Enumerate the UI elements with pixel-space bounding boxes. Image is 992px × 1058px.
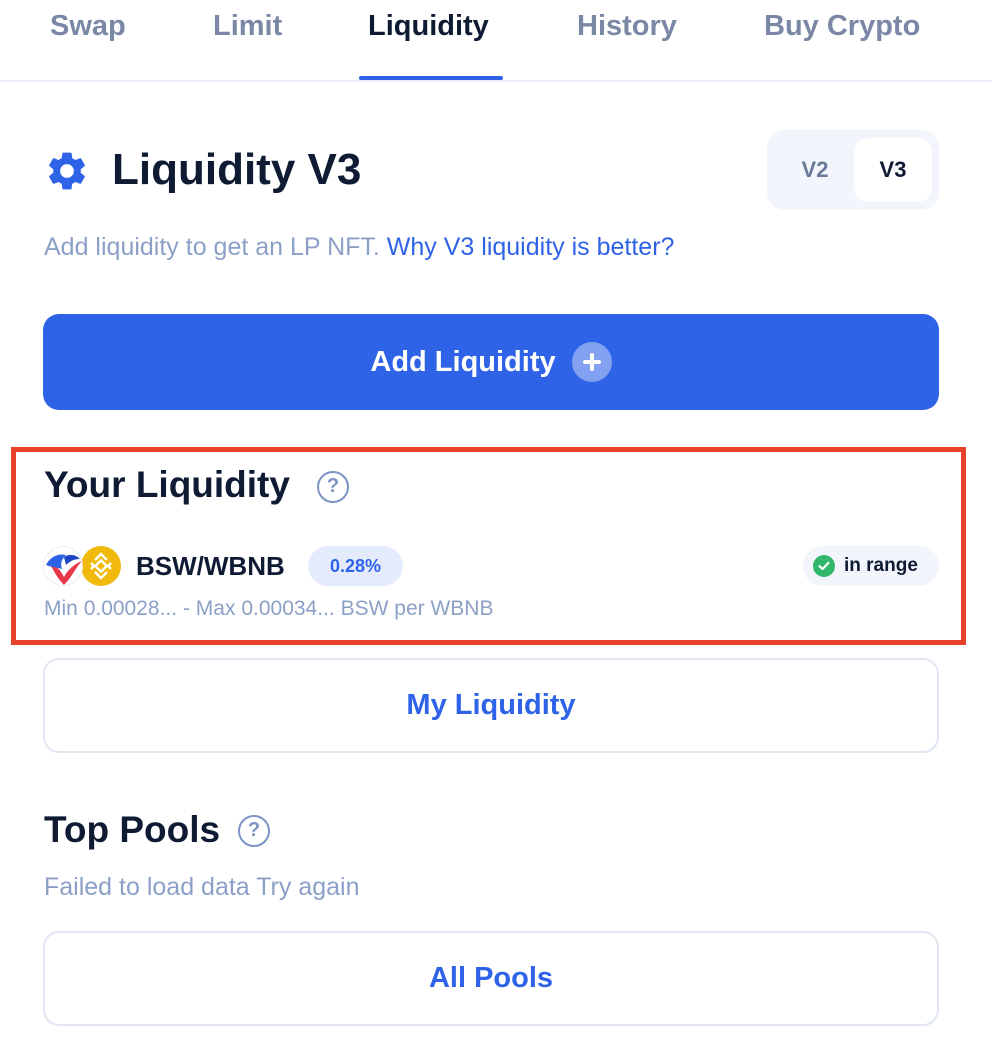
version-v2-button[interactable]: V2: [776, 138, 854, 202]
range-separator: -: [182, 597, 190, 620]
pair-token-icons: [43, 546, 123, 586]
active-tab-indicator: [359, 76, 503, 80]
plus-icon: [571, 342, 612, 382]
version-toggle: V2 V3: [767, 130, 939, 210]
why-v3-link[interactable]: Why V3 liquidity is better?: [387, 233, 675, 261]
gear-icon[interactable]: [44, 148, 90, 194]
min-label: Min: [44, 597, 78, 620]
fee-tier-badge: 0.28%: [308, 546, 403, 586]
min-value: 0.00028...: [83, 597, 178, 620]
error-text: Failed to load data: [44, 873, 250, 901]
tab-bar: Swap Limit Liquidity History Buy Crypto: [0, 0, 992, 82]
price-unit: BSW per WBNB: [340, 597, 494, 620]
check-icon: [813, 555, 835, 577]
page-title: Liquidity V3: [112, 145, 362, 194]
price-range-line: Min 0.00028... - Max 0.00034... BSW per …: [44, 594, 493, 624]
tab-history[interactable]: History: [577, 6, 677, 46]
range-status-badge: in range: [803, 546, 939, 586]
version-v3-button[interactable]: V3: [854, 138, 932, 202]
my-liquidity-button[interactable]: My Liquidity: [43, 658, 939, 753]
add-liquidity-label: Add Liquidity: [370, 345, 556, 378]
try-again-link[interactable]: Try again: [256, 873, 359, 901]
top-pools-error: Failed to load data Try again: [44, 870, 360, 904]
top-pools-title: Top Pools: [44, 809, 221, 850]
your-liquidity-title: Your Liquidity: [44, 464, 290, 505]
subtitle-text: Add liquidity to get an LP NFT.: [44, 233, 380, 261]
tab-limit[interactable]: Limit: [213, 6, 282, 46]
range-status-text: in range: [844, 555, 918, 576]
pair-name[interactable]: BSW/WBNB: [136, 548, 285, 584]
bsw-token-icon: [43, 546, 83, 586]
max-value: 0.00034...: [241, 597, 335, 620]
tab-swap[interactable]: Swap: [50, 6, 126, 46]
tab-liquidity[interactable]: Liquidity: [368, 6, 489, 46]
subtitle: Add liquidity to get an LP NFT. Why V3 l…: [44, 230, 674, 264]
tab-buy-crypto[interactable]: Buy Crypto: [764, 6, 920, 46]
max-label: Max: [195, 597, 236, 620]
your-liquidity-help-icon[interactable]: ?: [317, 471, 349, 503]
bnb-token-icon: [81, 546, 121, 586]
add-liquidity-button[interactable]: Add Liquidity: [43, 314, 939, 410]
all-pools-button[interactable]: All Pools: [43, 931, 939, 1026]
top-pools-help-icon[interactable]: ?: [238, 815, 270, 847]
